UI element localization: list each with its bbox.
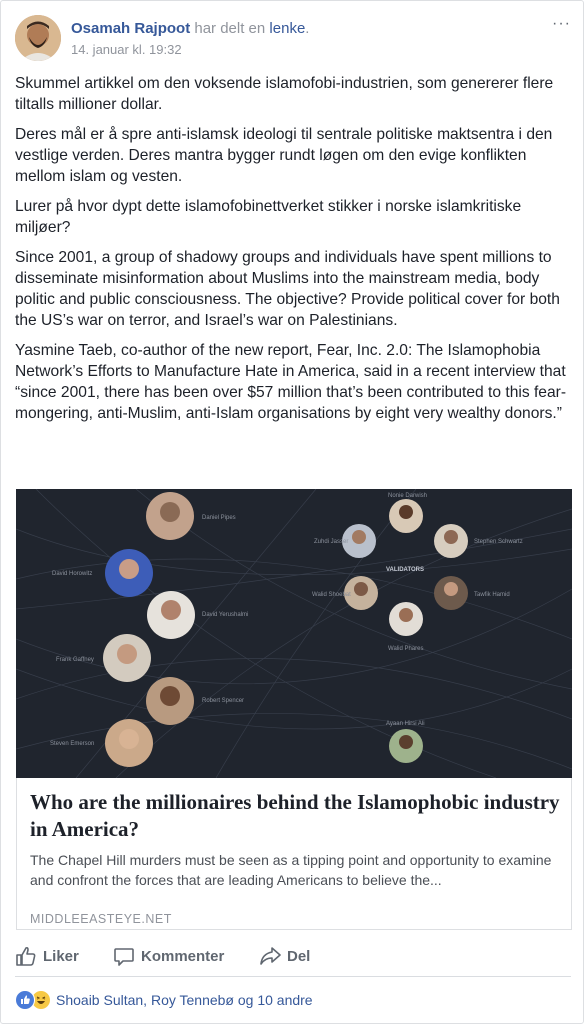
comment-icon [114, 948, 134, 966]
comment-label: Kommenter [141, 947, 225, 965]
like-label: Liker [43, 947, 79, 965]
more-options-icon[interactable]: ··· [552, 15, 571, 33]
post-actions: Liker Kommenter Del [15, 941, 571, 969]
post-timestamp[interactable]: 14. januar kl. 19:32 [71, 42, 182, 57]
author-line: Osamah Rajpoot har delt en lenke. [71, 20, 309, 37]
post-paragraph: Lurer på hvor dypt dette islamofobinettv… [15, 198, 522, 236]
thumbs-up-icon [16, 946, 36, 966]
image-label: Nonie Darwish [388, 493, 427, 499]
share-label: Del [287, 947, 311, 965]
post-body: Skummel artikkel om den voksende islamof… [15, 73, 571, 433]
image-label: Tawfik Hamid [474, 592, 510, 598]
shared-link[interactable]: lenke [269, 20, 305, 37]
reactions-bar[interactable]: Shoaib Sultan, Roy Tennebø og 10 andre [15, 989, 313, 1011]
image-label: Daniel Pipes [202, 515, 236, 521]
post-header: Osamah Rajpoot har delt en lenke. 14. ja… [15, 15, 571, 63]
image-label: Steven Emerson [50, 741, 94, 747]
shared-text: har delt en [194, 20, 266, 37]
link-preview-card[interactable]: Daniel Pipes David Horowitz David Yerush… [16, 489, 572, 930]
post-paragraph: Deres mål er å spre anti-islamsk ideolog… [15, 126, 553, 185]
shared-period: . [305, 20, 310, 37]
post-paragraph: Skummel artikkel om den voksende islamof… [15, 75, 554, 113]
image-label: Robert Spencer [202, 698, 244, 704]
author-name[interactable]: Osamah Rajpoot [71, 20, 190, 37]
image-label: Ayaan Hirsi Ali [386, 721, 425, 727]
post-paragraph: Yasmine Taeb, co-author of the new repor… [15, 342, 567, 422]
share-icon [260, 947, 281, 965]
image-label: David Horowitz [52, 571, 92, 577]
image-label: VALIDATORS [386, 567, 424, 573]
link-preview-image[interactable]: Daniel Pipes David Horowitz David Yerush… [16, 489, 572, 778]
post-paragraph: Since 2001, a group of shadowy groups an… [15, 249, 560, 329]
link-preview-description: The Chapel Hill murders must be seen as … [30, 852, 552, 888]
divider [15, 976, 571, 977]
author-avatar[interactable] [15, 15, 61, 61]
image-label: Walid Phares [388, 646, 423, 652]
link-preview-title[interactable]: Who are the millionaires behind the Isla… [30, 789, 560, 843]
post-card: Osamah Rajpoot har delt en lenke. 14. ja… [0, 0, 584, 1024]
like-reaction-icon [15, 990, 35, 1010]
share-button[interactable]: Del [259, 944, 310, 968]
image-label: David Yerushalmi [202, 612, 248, 618]
reactions-summary[interactable]: Shoaib Sultan, Roy Tennebø og 10 andre [56, 992, 313, 1008]
like-button[interactable]: Liker [15, 944, 79, 968]
image-label: Walid Shoebat [312, 592, 351, 598]
image-label: Frank Gaffney [56, 657, 94, 663]
image-label: Stephen Schwartz [474, 539, 523, 545]
comment-button[interactable]: Kommenter [113, 944, 224, 968]
link-preview-meta: Who are the millionaires behind the Isla… [30, 789, 560, 926]
link-preview-domain: MIDDLEEASTEYE.NET [30, 912, 172, 926]
image-label: Zuhdi Jasser [314, 539, 348, 545]
